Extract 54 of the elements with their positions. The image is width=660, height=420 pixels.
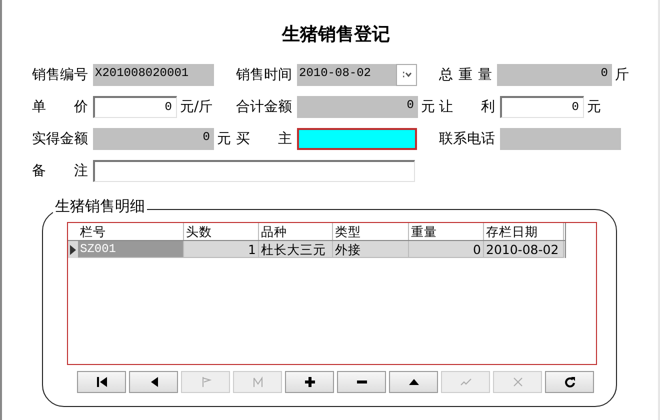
field-label: 买 主 [236, 130, 292, 148]
edit-button[interactable] [389, 371, 438, 393]
dropdown-button[interactable] [396, 64, 417, 86]
refresh-button[interactable] [545, 371, 594, 393]
field-label: 销售时间 [236, 66, 292, 84]
data-grid[interactable]: 栏号 头数 品种 类型 重量 存栏日期 SZ001 1 杜长大三元 外接 0 2010-08-02 [67, 222, 597, 365]
input-field[interactable]: 0 [93, 128, 214, 150]
column-header[interactable]: 存栏日期 [484, 223, 564, 240]
input-field[interactable]: X201008020001 [93, 64, 214, 86]
table-cell: 杜长大三元 [259, 241, 333, 258]
delete-button[interactable] [337, 371, 386, 393]
refresh-icon [562, 375, 576, 389]
field-label: 让 利 [439, 98, 495, 116]
first-icon [94, 375, 108, 389]
unit-label: 元/斤 [180, 98, 213, 116]
field-label: 实得金额 [32, 130, 88, 148]
table-row[interactable]: SZ001 1 杜长大三元 外接 0 2010-08-02 [68, 241, 565, 258]
column-header[interactable]: 类型 [333, 223, 409, 240]
field-label: 销售编号 [32, 66, 88, 84]
field-label: 备 注 [32, 162, 88, 180]
row-pointer-icon [70, 244, 76, 254]
input-field[interactable]: 0 [93, 96, 177, 118]
input-field[interactable] [93, 160, 415, 182]
column-header[interactable]: 头数 [184, 223, 259, 240]
date-picker[interactable]: 2010-08-02 [297, 64, 417, 86]
input-field[interactable]: 0 [497, 64, 612, 86]
input-field[interactable] [500, 128, 621, 150]
prior-button[interactable] [129, 371, 178, 393]
column-header[interactable]: 栏号 [78, 223, 184, 240]
table-cell: 2010-08-02 [484, 241, 564, 258]
unit-label: 元 [587, 98, 601, 116]
input-field[interactable]: 0 [297, 96, 418, 118]
unit-label: 元 [217, 130, 231, 148]
unit-label: 元 [421, 98, 435, 116]
field-label: 合计金额 [236, 98, 292, 116]
cancel-icon [510, 375, 524, 389]
field-label: 联系电话 [439, 130, 495, 148]
column-header[interactable]: 品种 [259, 223, 333, 240]
table-cell: 外接 [333, 241, 409, 258]
table-cell: SZ001 [78, 241, 184, 258]
insert-button[interactable] [285, 371, 334, 393]
chevron-down-icon [402, 71, 412, 79]
group-title: 生猪销售明细 [53, 197, 147, 216]
input-field[interactable] [297, 128, 417, 150]
input-field[interactable]: 0 [500, 96, 584, 118]
first-button[interactable] [77, 371, 126, 393]
unit-label: 斤 [615, 66, 629, 84]
table-cell: 0 [409, 241, 484, 258]
field-label: 单 价 [32, 98, 88, 116]
window-title: 生猪销售登记 [280, 23, 391, 46]
column-header[interactable]: 重量 [409, 223, 484, 240]
field-label: 总 重 量 [439, 66, 492, 84]
table-cell: 1 [184, 241, 259, 258]
insert-icon [302, 375, 316, 389]
